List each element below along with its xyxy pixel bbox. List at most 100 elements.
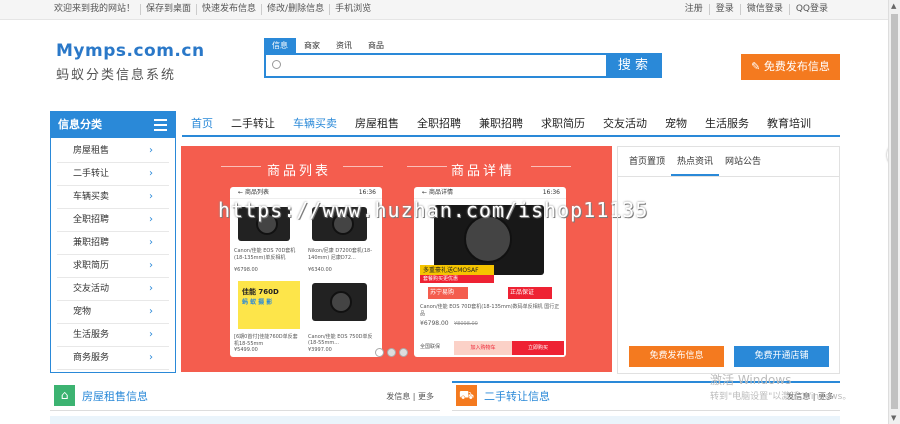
category-list: 房屋租售 › 二手转让 › 车辆买卖 › 全职招聘 › 兼职招聘 › 求职简历 › 交友活动… — [51, 138, 175, 370]
edit-delete-link[interactable]: 修改/删除信息 — [261, 4, 329, 15]
category-item[interactable]: 全职招聘 › — [57, 209, 169, 232]
nav-item[interactable]: 全职招聘 — [408, 112, 470, 135]
category-item[interactable]: 交友活动 › — [57, 278, 169, 301]
quick-post-link[interactable]: 快速发布信息 — [196, 4, 261, 15]
windows-activation-line2: 转到"电脑设置"以激活 Windows。 — [710, 392, 852, 402]
logo-en: Mymps.com.cn — [56, 41, 205, 61]
chevron-right-icon: › — [149, 329, 153, 340]
free-post-button[interactable]: 免费发布信息 — [629, 346, 724, 367]
slider-dot[interactable] — [399, 348, 408, 357]
search-tab-news[interactable]: 资讯 — [328, 38, 360, 53]
chevron-right-icon: › — [149, 191, 153, 202]
register-link[interactable]: 注册 — [679, 4, 709, 15]
section-house: ⌂ 房屋租售信息 发信息 | 更多 — [50, 383, 440, 411]
menu-icon[interactable] — [154, 119, 167, 134]
product-price: ¥5499.00 — [234, 347, 258, 353]
chevron-right-icon: › — [149, 260, 153, 271]
category-header: 信息分类 — [51, 112, 175, 138]
promo-ribbon: 多重豪礼送CMOSAF — [420, 265, 494, 275]
promo-sub: 套餐购买更优惠 — [420, 275, 494, 283]
store-badge: 苏宁易购 — [428, 287, 468, 299]
detail-old-price: ¥8098.00 — [454, 321, 478, 327]
chevron-right-icon: › — [149, 306, 153, 317]
search-tabs: 信息 商家 资讯 商品 — [264, 38, 662, 53]
category-item[interactable]: 商务服务 › — [57, 347, 169, 370]
news-tabs: 首页置顶 热点资讯 网站公告 — [618, 147, 839, 177]
chevron-right-icon: › — [149, 283, 153, 294]
page-scrollbar[interactable]: ▲ ▼ — [888, 0, 900, 424]
chevron-right-icon: › — [149, 214, 153, 225]
save-desktop-link[interactable]: 保存到桌面 — [140, 4, 196, 15]
home-icon: ⌂ — [54, 385, 75, 406]
nav-item[interactable]: 房屋租售 — [346, 112, 408, 135]
search-tab-info[interactable]: 信息 — [264, 38, 296, 53]
wechat-login-link[interactable]: 微信登录 — [739, 4, 789, 15]
search-area: 信息 商家 资讯 商品 搜 索 — [264, 38, 662, 78]
search-tab-goods[interactable]: 商品 — [360, 38, 392, 53]
deco-line — [343, 166, 383, 167]
nav-item[interactable]: 兼职招聘 — [470, 112, 532, 135]
search-input[interactable] — [266, 55, 606, 76]
post-info-button[interactable]: ✎ 免费发布信息 — [741, 54, 840, 80]
nav-home[interactable]: 首页 — [182, 112, 222, 135]
mobile-link[interactable]: 手机浏览 — [329, 4, 376, 15]
category-item[interactable]: 二手转让 › — [57, 163, 169, 186]
add-cart-button[interactable]: 加入购物车 — [454, 341, 512, 355]
logo-cn: 蚂蚁分类信息系统 — [56, 68, 177, 83]
nav-item[interactable]: 车辆买卖 — [284, 112, 346, 135]
category-item[interactable]: 兼职招聘 › — [57, 232, 169, 255]
nav-item[interactable]: 宠物 — [656, 112, 696, 135]
category-item[interactable]: 车辆买卖 › — [57, 186, 169, 209]
search-icon — [272, 60, 281, 69]
category-item[interactable]: 房屋租售 › — [57, 140, 169, 163]
qq-login-link[interactable]: QQ登录 — [788, 4, 834, 15]
banner-slider[interactable]: 商品列表 商品详情 ← 商品列表 16:36 Canon/佳能 EOS 70D套… — [181, 146, 612, 372]
watermark-text: https://www.huzhan.com/ishop11135 — [218, 198, 649, 222]
nav-item[interactable]: 求职简历 — [532, 112, 594, 135]
tag-label: 全国联保 — [420, 344, 441, 350]
chevron-right-icon: › — [149, 168, 153, 179]
product-name: [6期0首付]佳能760D单反套机18-55mm — [234, 334, 298, 347]
category-title: 信息分类 — [58, 118, 102, 131]
detail-product-name: Canon/佳能 EOS 70D套机(18-135mm)数码单反相机 国行正品 — [420, 304, 560, 317]
promo-760d: 佳能 760D 蚂 蚁 摄 影 — [238, 281, 300, 329]
product-price: ¥6340.00 — [308, 267, 332, 273]
chevron-right-icon: › — [149, 237, 153, 248]
guarantee-badge: 正品保证 — [508, 287, 552, 299]
tab-hot-news[interactable]: 热点资讯 — [671, 147, 720, 176]
nav-item[interactable]: 二手转让 — [222, 112, 284, 135]
product-name: Canon/佳能 EOS 70D套机(18-135mm)单反相机 — [234, 248, 296, 261]
post-info-label: 免费发布信息 — [763, 60, 830, 73]
open-shop-button[interactable]: 免费开通店铺 — [734, 346, 829, 367]
category-item[interactable]: 宠物 › — [57, 301, 169, 324]
scroll-thumb[interactable] — [891, 14, 898, 409]
search-button[interactable]: 搜 索 — [606, 55, 660, 76]
search-tab-merchant[interactable]: 商家 — [296, 38, 328, 53]
search-box: 搜 索 — [264, 53, 662, 78]
scroll-down-icon[interactable]: ▼ — [891, 414, 896, 422]
category-item[interactable]: 求职简历 › — [57, 255, 169, 278]
nav-item[interactable]: 交友活动 — [594, 112, 656, 135]
detail-price: ¥6798.00 — [420, 320, 449, 327]
buy-now-button[interactable]: 立即购买 — [512, 341, 564, 355]
top-bar-right: 注册 登录 微信登录 QQ登录 — [679, 4, 834, 15]
product-name: Nikon/尼康 D7200套机(18-140mm) 尼康D72... — [308, 248, 373, 261]
slider-dots — [375, 348, 408, 357]
nav-item[interactable]: 生活服务 — [696, 112, 758, 135]
category-panel: 信息分类 房屋租售 › 二手转让 › 车辆买卖 › 全职招聘 › 兼职招聘 › 求职简历 ›… — [50, 111, 176, 373]
tab-top[interactable]: 首页置顶 — [623, 147, 671, 176]
product-price: ¥6798.00 — [234, 267, 258, 273]
tab-notice[interactable]: 网站公告 — [719, 147, 767, 176]
nav-item[interactable]: 教育培训 — [758, 112, 820, 135]
site-logo[interactable]: Mymps.com.cn 蚂蚁分类信息系统 — [56, 41, 205, 83]
scroll-up-icon[interactable]: ▲ — [891, 2, 896, 10]
category-item[interactable]: 生活服务 › — [57, 324, 169, 347]
bottom-ad-strip — [50, 416, 840, 424]
login-link[interactable]: 登录 — [708, 4, 740, 15]
slider-dot[interactable] — [387, 348, 396, 357]
main-nav: 首页 二手转让 车辆买卖 房屋租售 全职招聘 兼职招聘 求职简历 交友活动 宠物… — [182, 112, 840, 137]
section-title: 二手转让信息 — [484, 390, 550, 403]
camera-image — [312, 283, 367, 321]
slider-dot[interactable] — [375, 348, 384, 357]
section-more-link[interactable]: 发信息 | 更多 — [386, 391, 434, 402]
